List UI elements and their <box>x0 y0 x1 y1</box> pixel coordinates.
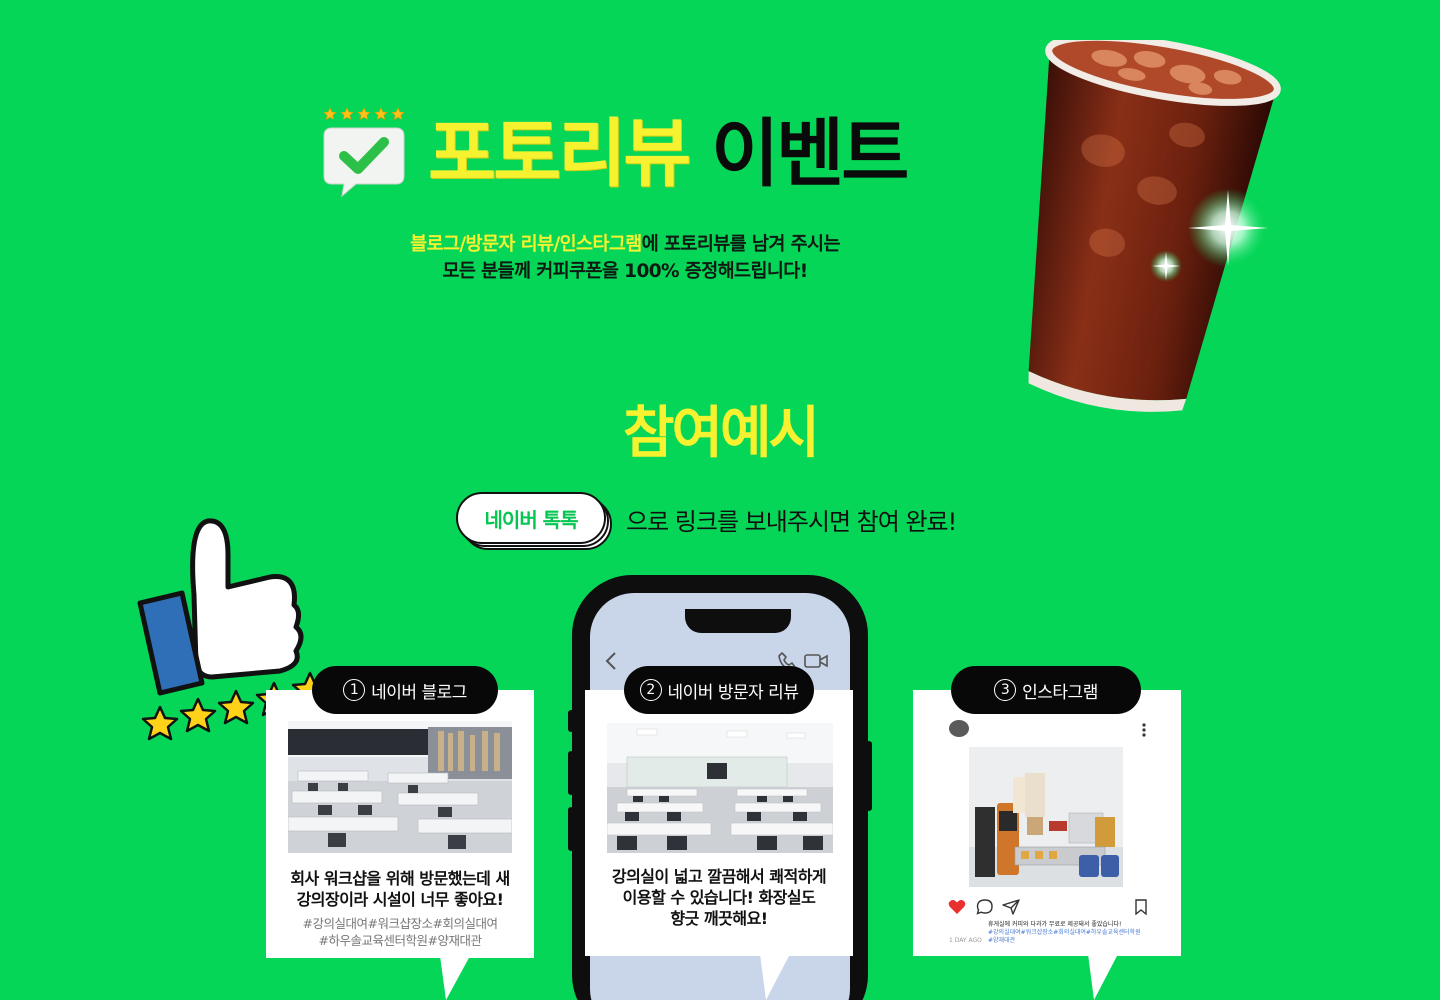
talk-instruction: 으로 링크를 보내주시면 참여 완료! <box>626 508 957 536</box>
step-number: 1 <box>343 679 366 701</box>
naver-talk-button[interactable]: 네이버 톡톡 <box>456 492 606 544</box>
subtitle-line2-bold: 커피쿠폰을 100% <box>536 261 679 282</box>
subtitle-highlight: 블로그/방문자 리뷰/인스타그램 <box>410 234 642 255</box>
phone-side-button <box>568 807 574 851</box>
share-icon[interactable] <box>1002 899 1020 915</box>
title-highlight: 포토리뷰 <box>428 111 691 197</box>
subtitle-line2-post: 증정해드립니다! <box>678 261 808 282</box>
review-line: 강의실이 넓고 깔끔해서 쾌적하게 <box>611 867 827 886</box>
review-line: 회사 워크샵을 위해 방문했는데 새 <box>290 869 510 888</box>
page-title: 포토리뷰 이벤트 <box>428 111 909 197</box>
caption-text: 휴게실에 커피와 다과가 무료로 제공돼서 좋았습니다! <box>988 921 1122 928</box>
avatar <box>949 720 969 737</box>
phone-notch <box>685 609 791 633</box>
card-label-visitor-review: 2 네이버 방문자 리뷰 <box>624 666 814 714</box>
step-number: 2 <box>639 679 662 701</box>
card-tail <box>1088 954 1118 1000</box>
review-line: 향긋 깨끗해요! <box>670 909 768 928</box>
card-tail <box>440 956 470 1000</box>
caption-hashtags: #강의실대여#워크샵장소#회의실대여#하우솔교육센터학원 <box>988 929 1141 936</box>
iced-coffee-icon <box>1028 40 1281 412</box>
step-number: 3 <box>994 679 1017 701</box>
comment-icon[interactable] <box>976 899 994 915</box>
insta-caption: 휴게실에 커피와 다과가 무료로 제공돼서 좋았습니다! #강의실대여#워크샵장… <box>988 921 1158 945</box>
title-rest: 이벤트 <box>711 111 909 197</box>
card-label-instagram: 3 인스타그램 <box>951 666 1141 714</box>
more-icon[interactable] <box>1140 722 1148 738</box>
video-call-icon[interactable] <box>804 653 828 669</box>
review-text: 회사 워크샵을 위해 방문했는데 새 강의장이라 시설이 너무 좋아요! <box>276 868 524 910</box>
subtitle-line2-pre: 모든 분들께 <box>442 261 537 282</box>
post-time: 1 DAY AGO <box>949 937 982 944</box>
lecture-room-photo <box>607 723 833 853</box>
card-tail <box>760 954 790 1000</box>
classroom-photo <box>288 721 512 853</box>
back-icon[interactable] <box>604 651 620 671</box>
event-description: 블로그/방문자 리뷰/인스타그램에 포토리뷰를 남겨 주시는 모든 분들께 커피… <box>300 231 950 285</box>
phone-side-button <box>568 710 574 732</box>
review-text: 강의실이 넓고 깔끔해서 쾌적하게 이용할 수 있습니다! 화장실도 향긋 깨끗… <box>595 866 843 929</box>
check-badge-icon <box>323 107 405 198</box>
phone-side-button <box>866 741 872 811</box>
hashtag-line: #강의실대여#워크샵장소#회의실대여 <box>302 916 498 931</box>
naver-talk-button-group: 네이버 톡톡 <box>456 492 612 550</box>
hashtags: #강의실대여#워크샵장소#회의실대여 #하우솔교육센터학원#양재대관 <box>276 915 524 949</box>
card-label-blog: 1 네이버 블로그 <box>312 666 498 714</box>
caption-hashtags: #양재대관 <box>988 937 1016 944</box>
review-line: 강의장이라 시설이 너무 좋아요! <box>296 890 504 909</box>
bookmark-icon[interactable] <box>1134 899 1148 915</box>
snack-bar-photo <box>969 747 1123 887</box>
card-label-text: 네이버 방문자 리뷰 <box>667 682 799 703</box>
heart-icon[interactable] <box>948 899 966 915</box>
subtitle-line1: 에 포토리뷰를 남겨 주시는 <box>641 234 841 255</box>
card-label-text: 네이버 블로그 <box>371 682 467 703</box>
card-label-text: 인스타그램 <box>1022 682 1098 703</box>
section-title: 참여예시 <box>622 401 820 466</box>
hashtag-line: #하우솔교육센터학원#양재대관 <box>318 933 482 948</box>
phone-side-button <box>568 751 574 795</box>
review-line: 이용할 수 있습니다! 화장실도 <box>622 888 816 907</box>
